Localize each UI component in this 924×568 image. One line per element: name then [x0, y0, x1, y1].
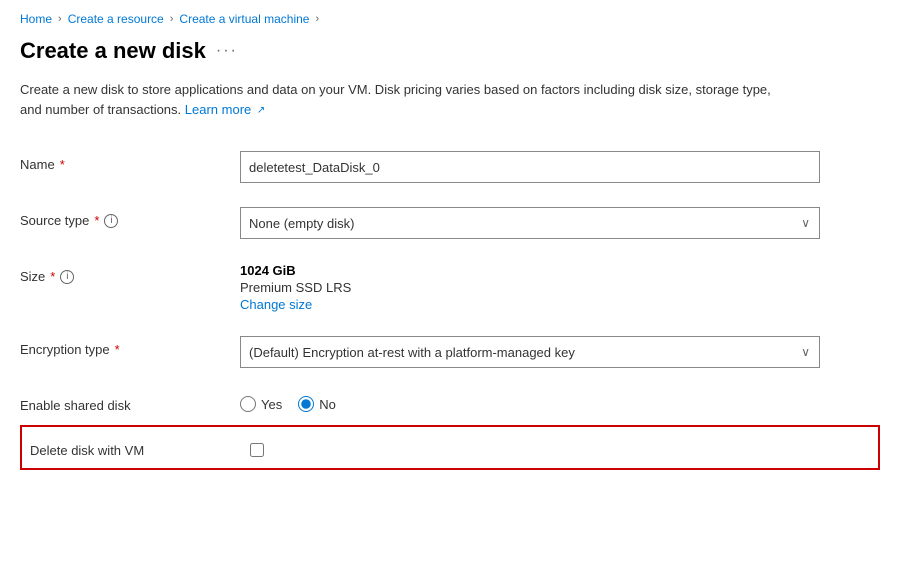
breadcrumb-separator-2: ›: [170, 13, 174, 25]
breadcrumb-separator-3: ›: [315, 13, 319, 25]
shared-disk-label: Enable shared disk: [20, 392, 240, 413]
encryption-type-select-wrapper: (Default) Encryption at-rest with a plat…: [240, 336, 820, 368]
encryption-type-select[interactable]: (Default) Encryption at-rest with a plat…: [240, 336, 820, 368]
size-required-star: *: [50, 269, 55, 284]
size-info-icon[interactable]: i: [60, 270, 74, 284]
name-row: Name *: [20, 139, 880, 195]
external-link-icon: ↗: [257, 103, 265, 118]
name-input[interactable]: [240, 151, 820, 183]
breadcrumb-separator-1: ›: [58, 13, 62, 25]
encryption-type-row: Encryption type * (Default) Encryption a…: [20, 324, 880, 380]
description-text: Create a new disk to store applications …: [0, 80, 800, 139]
size-field: 1024 GiB Premium SSD LRS Change size: [240, 263, 880, 312]
change-size-link[interactable]: Change size: [240, 297, 880, 312]
shared-disk-field: Yes No: [240, 392, 880, 412]
encryption-type-field: (Default) Encryption at-rest with a plat…: [240, 336, 880, 368]
source-type-required-star: *: [94, 213, 99, 228]
shared-disk-yes-label: Yes: [261, 397, 282, 412]
name-label: Name *: [20, 151, 240, 172]
breadcrumb-home[interactable]: Home: [20, 12, 52, 26]
shared-disk-no-label: No: [319, 397, 336, 412]
encryption-required-star: *: [115, 342, 120, 357]
more-options-button[interactable]: ···: [216, 42, 238, 60]
source-type-label: Source type * i: [20, 207, 240, 228]
source-type-select-wrapper: None (empty disk) Snapshot Storage blob …: [240, 207, 820, 239]
page-header: Create a new disk ···: [0, 32, 924, 80]
breadcrumb-create-resource[interactable]: Create a resource: [68, 12, 164, 26]
size-value: 1024 GiB: [240, 263, 880, 278]
shared-disk-yes-radio[interactable]: [240, 396, 256, 412]
shared-disk-radio-group: Yes No: [240, 392, 880, 412]
size-type: Premium SSD LRS: [240, 280, 880, 295]
learn-more-link[interactable]: Learn more ↗: [185, 102, 266, 117]
size-label: Size * i: [20, 263, 240, 284]
source-type-row: Source type * i None (empty disk) Snapsh…: [20, 195, 880, 251]
page-title: Create a new disk: [20, 38, 206, 64]
delete-disk-label: Delete disk with VM: [30, 437, 250, 458]
shared-disk-yes-option[interactable]: Yes: [240, 396, 282, 412]
form-container: Name * Source type * i None (empty disk)…: [0, 139, 900, 470]
source-type-field: None (empty disk) Snapshot Storage blob …: [240, 207, 880, 239]
delete-disk-field: [250, 437, 870, 457]
delete-disk-checkbox[interactable]: [250, 443, 264, 457]
name-required-star: *: [60, 157, 65, 172]
shared-disk-no-radio[interactable]: [298, 396, 314, 412]
encryption-type-label: Encryption type *: [20, 336, 240, 357]
shared-disk-no-option[interactable]: No: [298, 396, 336, 412]
description-body: Create a new disk to store applications …: [20, 82, 771, 117]
delete-disk-row: Delete disk with VM: [20, 425, 880, 470]
size-row: Size * i 1024 GiB Premium SSD LRS Change…: [20, 251, 880, 324]
breadcrumb: Home › Create a resource › Create a virt…: [0, 0, 924, 32]
shared-disk-row: Enable shared disk Yes No: [20, 380, 880, 425]
source-type-select[interactable]: None (empty disk) Snapshot Storage blob …: [240, 207, 820, 239]
source-type-info-icon[interactable]: i: [104, 214, 118, 228]
breadcrumb-create-vm[interactable]: Create a virtual machine: [179, 12, 309, 26]
name-field: [240, 151, 880, 183]
